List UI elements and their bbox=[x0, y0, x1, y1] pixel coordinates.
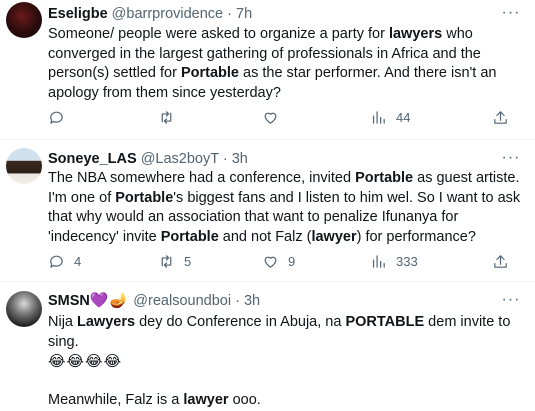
separator: · bbox=[222, 151, 228, 167]
text-line: apology from them since yesterday? bbox=[48, 84, 281, 101]
separator: · bbox=[227, 6, 232, 22]
avatar[interactable] bbox=[6, 2, 42, 38]
reply-icon bbox=[50, 255, 63, 268]
tweet-text: Nija Lawyers dey do Conference in Abuja,… bbox=[48, 313, 521, 411]
share-button[interactable] bbox=[492, 251, 509, 271]
text-line: converged in the largest gathering of pr… bbox=[48, 45, 481, 62]
tweet-1[interactable]: Eseligbe @barrprovidence · 7h ··· Someon… bbox=[0, 0, 535, 140]
text-line: I'm one of Portable's biggest fans and I… bbox=[48, 189, 521, 206]
views-button[interactable]: 44 bbox=[370, 107, 410, 127]
text-line: 'indecency' invite Portable and not Falz… bbox=[48, 228, 476, 245]
tweet-header: SMSN💜🪔 @realsoundboi · 3h bbox=[48, 292, 260, 310]
views-count: 44 bbox=[396, 109, 411, 125]
text-line: person(s) settled for Portable as the st… bbox=[48, 65, 497, 81]
retweet-button[interactable]: 5 bbox=[158, 251, 191, 271]
more-options-icon[interactable]: ··· bbox=[501, 292, 521, 308]
text-line: The NBA somewhere had a conference, invi… bbox=[48, 170, 520, 186]
retweet-icon bbox=[161, 254, 172, 268]
text-line: 😂😂😂😂 bbox=[48, 352, 521, 372]
author-handle[interactable]: @barrprovidence bbox=[112, 6, 223, 22]
like-count: 9 bbox=[288, 253, 296, 269]
laughing-emoji: 😂😂😂😂 bbox=[48, 353, 123, 370]
text-line: Meanwhile, Falz is a lawyer ooo. bbox=[48, 392, 261, 408]
author-name[interactable]: Soneye_LAS bbox=[48, 151, 137, 167]
more-options-icon[interactable]: ··· bbox=[501, 150, 521, 166]
text-line: that why would an association that want … bbox=[48, 209, 459, 225]
text-line: Someone/ people were asked to organize a… bbox=[48, 26, 473, 42]
tweet-actions: 44 bbox=[48, 107, 518, 127]
tweet-header: Soneye_LAS @Las2boyT · 3h bbox=[48, 150, 248, 168]
avatar[interactable] bbox=[6, 148, 42, 184]
separator: · bbox=[235, 293, 240, 309]
views-count: 333 bbox=[396, 253, 418, 269]
share-icon bbox=[494, 254, 507, 268]
text-line bbox=[48, 372, 521, 392]
tweet-2[interactable]: Soneye_LAS @Las2boyT · 3h ··· The NBA so… bbox=[0, 140, 535, 282]
like-button[interactable] bbox=[262, 107, 288, 127]
tweet-3[interactable]: SMSN💜🪔 @realsoundboi · 3h ··· Nija Lawye… bbox=[0, 282, 535, 411]
timestamp[interactable]: 3h bbox=[244, 293, 260, 309]
heart-icon bbox=[264, 256, 277, 268]
text-line: sing. bbox=[48, 333, 79, 350]
share-button[interactable] bbox=[492, 107, 509, 127]
tweet-text: Someone/ people were asked to organize a… bbox=[48, 25, 521, 103]
reply-count: 4 bbox=[74, 253, 82, 269]
reply-icon bbox=[50, 111, 63, 124]
author-name[interactable]: Eseligbe bbox=[48, 6, 108, 22]
views-icon bbox=[372, 254, 385, 268]
views-icon bbox=[372, 110, 385, 124]
timestamp[interactable]: 3h bbox=[232, 151, 248, 167]
text-line: Nija Lawyers dey do Conference in Abuja,… bbox=[48, 314, 511, 330]
tweet-text: The NBA somewhere had a conference, invi… bbox=[48, 169, 521, 247]
like-button[interactable]: 9 bbox=[262, 251, 295, 271]
share-icon bbox=[494, 110, 507, 124]
tweet-header: Eseligbe @barrprovidence · 7h bbox=[48, 5, 252, 23]
tweet-actions: 4 5 9 333 bbox=[48, 251, 518, 271]
author-name[interactable]: SMSN bbox=[48, 293, 90, 309]
retweet-icon bbox=[161, 110, 172, 124]
retweet-count: 5 bbox=[184, 253, 192, 269]
retweet-button[interactable] bbox=[158, 107, 184, 127]
author-handle[interactable]: @Las2boyT bbox=[141, 151, 219, 167]
name-emoji: 💜🪔 bbox=[89, 292, 130, 309]
heart-icon bbox=[264, 112, 277, 124]
avatar[interactable] bbox=[6, 291, 42, 327]
more-options-icon[interactable]: ··· bbox=[501, 5, 521, 21]
timestamp[interactable]: 7h bbox=[236, 6, 252, 22]
views-button[interactable]: 333 bbox=[370, 251, 418, 271]
reply-button[interactable]: 4 bbox=[48, 251, 81, 271]
author-handle[interactable]: @realsoundboi bbox=[133, 293, 231, 309]
reply-button[interactable] bbox=[48, 107, 74, 127]
